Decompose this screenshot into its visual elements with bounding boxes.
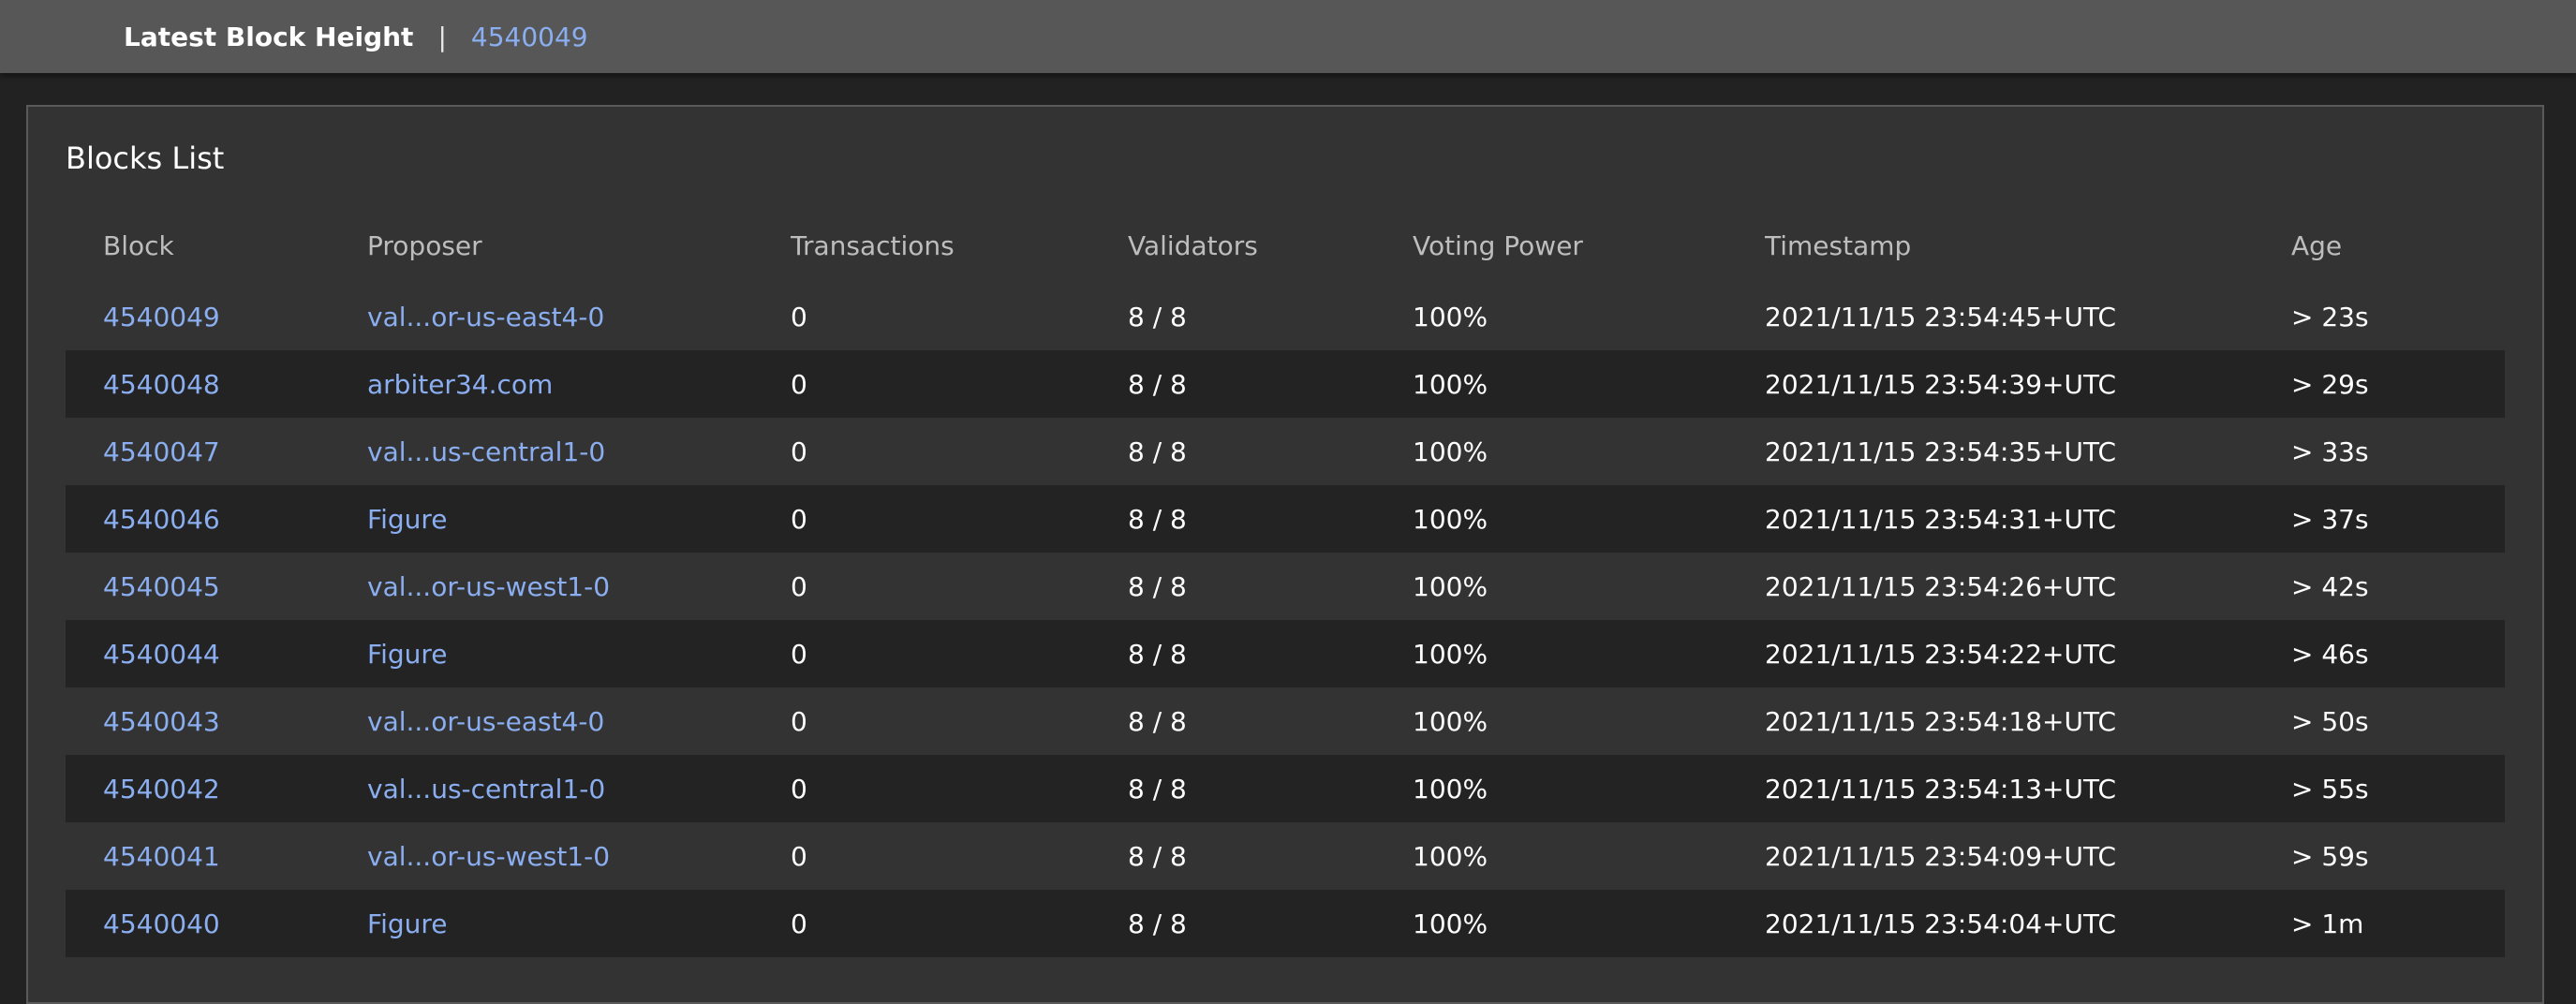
timestamp: 2021/11/15 23:54:13+UTC <box>1765 773 2117 805</box>
age: > 23s <box>2291 301 2369 332</box>
block-height-link[interactable]: 4540049 <box>66 302 367 332</box>
age: > 59s <box>2291 840 2369 872</box>
column-header-block: Block <box>103 229 174 261</box>
column-header-age: Age <box>2291 229 2343 261</box>
age: > 55s <box>2291 773 2369 805</box>
block-height-link[interactable]: 4540045 <box>66 571 367 602</box>
validators-count: 8 / 8 <box>1128 301 1187 332</box>
age: > 1m <box>2291 908 2364 939</box>
timestamp: 2021/11/15 23:54:45+UTC <box>1765 301 2117 332</box>
voting-power: 100% <box>1413 368 1488 400</box>
age: > 42s <box>2291 570 2369 602</box>
voting-power: 100% <box>1413 503 1488 535</box>
top-bar: Latest Block Height | 4540049 <box>0 0 2576 73</box>
timestamp: 2021/11/15 23:54:35+UTC <box>1765 436 2117 467</box>
proposer-link[interactable]: val...or-us-west1-0 <box>367 571 791 602</box>
block-height-link[interactable]: 4540047 <box>66 436 367 467</box>
validators-count: 8 / 8 <box>1128 705 1187 737</box>
header-separator: | <box>437 21 447 52</box>
transactions-count: 0 <box>791 773 807 805</box>
block-height-link[interactable]: 4540048 <box>66 369 367 400</box>
voting-power: 100% <box>1413 570 1488 602</box>
transactions-count: 0 <box>791 301 807 332</box>
transactions-count: 0 <box>791 908 807 939</box>
voting-power: 100% <box>1413 301 1488 332</box>
table-row: 4540043 val...or-us-east4-0 0 8 / 8 100%… <box>66 687 2505 755</box>
panel-title: Blocks List <box>66 140 225 176</box>
voting-power: 100% <box>1413 773 1488 805</box>
transactions-count: 0 <box>791 705 807 737</box>
voting-power: 100% <box>1413 908 1488 939</box>
timestamp: 2021/11/15 23:54:22+UTC <box>1765 638 2117 670</box>
age: > 33s <box>2291 436 2369 467</box>
validators-count: 8 / 8 <box>1128 638 1187 670</box>
proposer-link[interactable]: Figure <box>367 504 791 535</box>
timestamp: 2021/11/15 23:54:31+UTC <box>1765 503 2117 535</box>
validators-count: 8 / 8 <box>1128 908 1187 939</box>
block-height-link[interactable]: 4540041 <box>66 841 367 872</box>
proposer-link[interactable]: arbiter34.com <box>367 369 791 400</box>
validators-count: 8 / 8 <box>1128 773 1187 805</box>
table-row: 4540049 val...or-us-east4-0 0 8 / 8 100%… <box>66 283 2505 350</box>
proposer-link[interactable]: Figure <box>367 639 791 670</box>
transactions-count: 0 <box>791 368 807 400</box>
validators-count: 8 / 8 <box>1128 570 1187 602</box>
latest-block-height-label: Latest Block Height <box>124 21 414 52</box>
table-header-row: Block Proposer Transactions Validators V… <box>66 208 2505 283</box>
table-row: 4540040 Figure 0 8 / 8 100% 2021/11/15 2… <box>66 890 2505 957</box>
voting-power: 100% <box>1413 840 1488 872</box>
table-row: 4540042 val...us-central1-0 0 8 / 8 100%… <box>66 755 2505 822</box>
transactions-count: 0 <box>791 570 807 602</box>
voting-power: 100% <box>1413 436 1488 467</box>
proposer-link[interactable]: val...or-us-west1-0 <box>367 841 791 872</box>
table-row: 4540044 Figure 0 8 / 8 100% 2021/11/15 2… <box>66 620 2505 687</box>
timestamp: 2021/11/15 23:54:09+UTC <box>1765 840 2117 872</box>
column-header-voting-power: Voting Power <box>1413 229 1583 261</box>
blocks-table: Block Proposer Transactions Validators V… <box>66 208 2505 957</box>
timestamp: 2021/11/15 23:54:18+UTC <box>1765 705 2117 737</box>
proposer-link[interactable]: val...us-central1-0 <box>367 436 791 467</box>
validators-count: 8 / 8 <box>1128 436 1187 467</box>
transactions-count: 0 <box>791 840 807 872</box>
validators-count: 8 / 8 <box>1128 368 1187 400</box>
table-row: 4540041 val...or-us-west1-0 0 8 / 8 100%… <box>66 822 2505 890</box>
table-row: 4540048 arbiter34.com 0 8 / 8 100% 2021/… <box>66 350 2505 418</box>
latest-block-height-link[interactable]: 4540049 <box>471 22 588 52</box>
validators-count: 8 / 8 <box>1128 840 1187 872</box>
proposer-link[interactable]: Figure <box>367 908 791 939</box>
timestamp: 2021/11/15 23:54:26+UTC <box>1765 570 2117 602</box>
transactions-count: 0 <box>791 638 807 670</box>
age: > 46s <box>2291 638 2369 670</box>
block-height-link[interactable]: 4540042 <box>66 774 367 805</box>
block-height-link[interactable]: 4540043 <box>66 706 367 737</box>
table-row: 4540046 Figure 0 8 / 8 100% 2021/11/15 2… <box>66 485 2505 553</box>
table-row: 4540047 val...us-central1-0 0 8 / 8 100%… <box>66 418 2505 485</box>
age: > 37s <box>2291 503 2369 535</box>
validators-count: 8 / 8 <box>1128 503 1187 535</box>
timestamp: 2021/11/15 23:54:39+UTC <box>1765 368 2117 400</box>
voting-power: 100% <box>1413 705 1488 737</box>
proposer-link[interactable]: val...us-central1-0 <box>367 774 791 805</box>
column-header-validators: Validators <box>1128 229 1258 261</box>
block-height-link[interactable]: 4540040 <box>66 908 367 939</box>
age: > 50s <box>2291 705 2369 737</box>
blocks-list-panel: Blocks List Block Proposer Transactions … <box>26 105 2544 1004</box>
voting-power: 100% <box>1413 638 1488 670</box>
column-header-transactions: Transactions <box>791 229 955 261</box>
block-height-link[interactable]: 4540046 <box>66 504 367 535</box>
age: > 29s <box>2291 368 2369 400</box>
block-height-link[interactable]: 4540044 <box>66 639 367 670</box>
transactions-count: 0 <box>791 436 807 467</box>
table-row: 4540045 val...or-us-west1-0 0 8 / 8 100%… <box>66 553 2505 620</box>
proposer-link[interactable]: val...or-us-east4-0 <box>367 302 791 332</box>
column-header-timestamp: Timestamp <box>1765 229 1912 261</box>
transactions-count: 0 <box>791 503 807 535</box>
column-header-proposer: Proposer <box>367 229 482 261</box>
proposer-link[interactable]: val...or-us-east4-0 <box>367 706 791 737</box>
timestamp: 2021/11/15 23:54:04+UTC <box>1765 908 2117 939</box>
